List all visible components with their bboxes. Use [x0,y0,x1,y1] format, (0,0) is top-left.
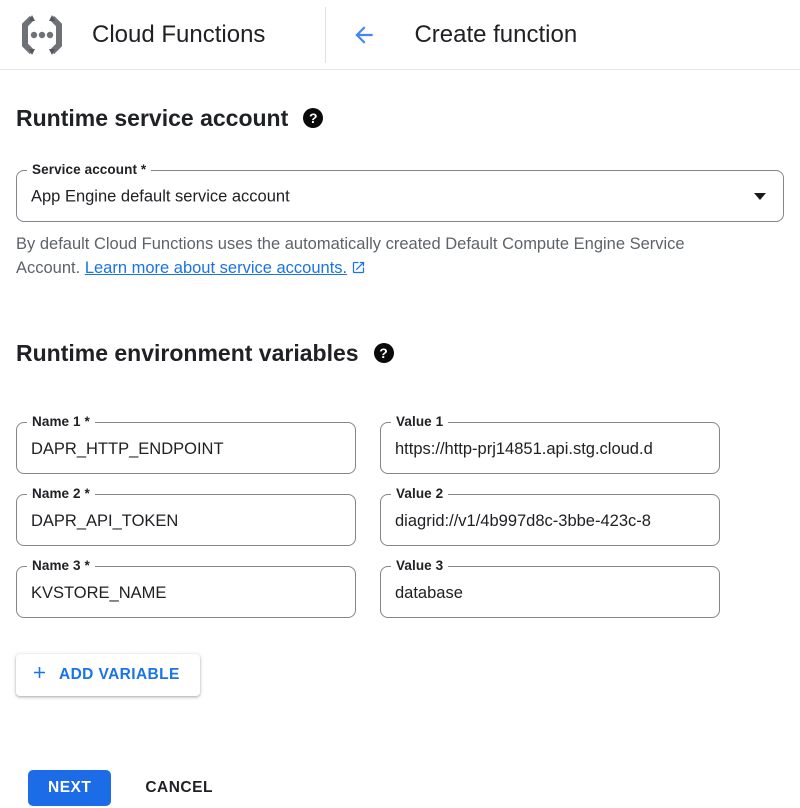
env-var-3-value-field[interactable]: Value 3 [380,566,720,618]
env-var-1-name-label: Name 1 * [27,414,95,429]
app-header: Cloud Functions Create function [0,0,800,70]
page-title: Create function [414,21,577,49]
plus-icon [30,663,49,687]
env-var-3-name-label: Name 3 * [27,558,95,573]
help-icon[interactable]: ? [374,343,394,363]
add-variable-button[interactable]: ADD VARIABLE [16,654,200,696]
env-var-3-name-input[interactable] [17,567,355,617]
env-var-1-value-label: Value 1 [391,414,448,429]
service-account-helper-text: By default Cloud Functions uses the auto… [16,232,706,282]
runtime-env-vars-heading: Runtime environment variables ? [16,339,784,367]
next-button[interactable]: NEXT [28,770,111,806]
env-var-1-value-field[interactable]: Value 1 [380,422,720,474]
help-icon[interactable]: ? [303,108,323,128]
env-var-2-name-input[interactable] [17,495,355,545]
learn-more-link[interactable]: Learn more about service accounts. [85,259,347,277]
env-var-2-value-input[interactable] [381,495,719,545]
form-footer: NEXT CANCEL [16,770,784,806]
env-var-3-value-label: Value 3 [391,558,448,573]
env-var-3-name-field[interactable]: Name 3 * [16,566,356,618]
cloud-functions-logo-icon [18,13,66,57]
runtime-service-account-heading-text: Runtime service account [16,104,288,132]
service-account-label: Service account * [27,162,151,177]
cancel-button[interactable]: CANCEL [141,770,217,806]
runtime-service-account-heading: Runtime service account ? [16,104,784,132]
env-var-2-name-field[interactable]: Name 2 * [16,494,356,546]
back-arrow-icon[interactable] [350,21,378,49]
runtime-env-vars-heading-text: Runtime environment variables [16,339,359,367]
service-account-value: App Engine default service account [31,186,290,207]
header-divider [325,7,326,63]
env-var-2-value-label: Value 2 [391,486,448,501]
external-link-icon [351,258,366,282]
main-content: Runtime service account ? Service accoun… [0,104,800,806]
env-var-2-name-label: Name 2 * [27,486,95,501]
env-var-1-name-input[interactable] [17,423,355,473]
env-vars-grid: Name 1 * Value 1 Name 2 * Value 2 Name 3… [16,422,784,618]
product-name: Cloud Functions [92,21,265,49]
env-var-1-name-field[interactable]: Name 1 * [16,422,356,474]
env-var-2-value-field[interactable]: Value 2 [380,494,720,546]
env-var-3-value-input[interactable] [381,567,719,617]
service-account-select[interactable]: Service account * App Engine default ser… [16,170,784,222]
chevron-down-icon [754,193,766,200]
env-var-1-value-input[interactable] [381,423,719,473]
add-variable-label: ADD VARIABLE [59,666,180,684]
